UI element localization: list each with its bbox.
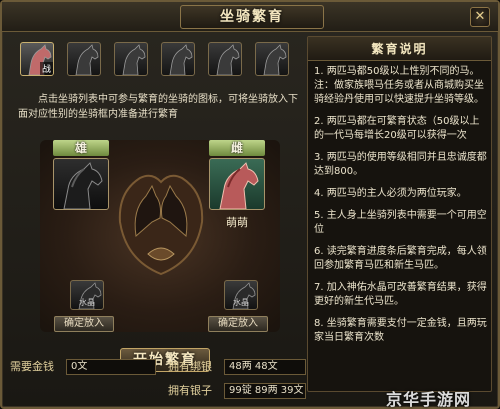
- mount-list-slot[interactable]: [208, 42, 242, 76]
- rule-item: 8. 坐骑繁育需要支付一定金钱，且两玩家当日繁育次数: [314, 318, 487, 343]
- watermark-text: 京华手游网: [386, 390, 472, 409]
- mount-list-slot[interactable]: [67, 42, 101, 76]
- rule-item: 7. 加入神佑水晶可改善繁育结果，获得更好的新生代马匹。: [314, 282, 487, 307]
- breeding-window: 坐骑繁育 ✕ 战 点击坐骑列表中可参与繁育的坐骑的图标，可将坐骑放入下面对应性别…: [0, 0, 500, 409]
- rule-item: 4. 两匹马的主人必须为两位玩家。: [314, 188, 467, 199]
- money-row-1: 需要金钱 0文 拥有绑银 48两 48文: [10, 358, 310, 376]
- window-title: 坐骑繁育: [180, 5, 324, 29]
- mount-list-slot[interactable]: [161, 42, 195, 76]
- male-slot-label: 雄: [53, 140, 109, 156]
- rule-item: 1. 两匹马都50级以上性别不同的马。注：做家族喂马任务或者从商城购买坐骑经验丹…: [314, 66, 484, 105]
- confirm-place-left-button[interactable]: 确定放入: [54, 316, 114, 332]
- female-mount-name: 萌萌: [226, 216, 248, 229]
- rules-panel: 繁育说明 1. 两匹马都50级以上性别不同的马。注：做家族喂马任务或者从商城购买…: [307, 36, 492, 392]
- rule-item: 6. 读完繁育进度条后繁育完成，每人领回参加繁育马匹和新生马匹。: [314, 246, 487, 271]
- title-bar: 坐骑繁育 ✕: [2, 2, 498, 32]
- rules-title: 繁育说明: [308, 37, 491, 61]
- mount-list-slot[interactable]: 战: [20, 42, 54, 76]
- crystal-slot-left-label: 水晶: [79, 298, 95, 307]
- horse-head-icon: [122, 44, 146, 75]
- mount-slot-badge: 战: [39, 62, 53, 75]
- mount-list-slot[interactable]: [255, 42, 289, 76]
- horse-head-icon: [75, 44, 99, 75]
- silver-label: 拥有银子: [168, 384, 212, 397]
- breeding-arena: 雄 雌 萌萌 水晶 水晶 确定放入 确定放入: [40, 140, 280, 332]
- female-slot-label: 雌: [209, 140, 265, 156]
- bound-silver-label: 拥有绑银: [168, 360, 212, 373]
- required-money-value: 0文: [66, 359, 156, 375]
- breeding-panel: 战 点击坐骑列表中可参与繁育的坐骑的图标，可将坐骑放入下面对应性别的坐骑框内准备…: [10, 36, 304, 392]
- silver-value: 99锭 89两 39文: [224, 383, 306, 399]
- red-horse-icon: [219, 162, 259, 209]
- crystal-slot-right[interactable]: 水晶: [224, 280, 258, 310]
- rule-item: 5. 主人身上坐骑列表中需要一个可用空位: [314, 210, 487, 235]
- black-horse-icon: [63, 162, 103, 209]
- rule-item: 3. 两匹马的使用等级相同并且忠诚度都达到800。: [314, 152, 487, 177]
- required-money-label: 需要金钱: [10, 360, 54, 373]
- rule-item: 2. 两匹马都在可繁育状态（50级以上的一代马每增长20级可以获得一次: [314, 116, 480, 141]
- horse-head-icon: [263, 44, 287, 75]
- horse-head-icon: [216, 44, 240, 75]
- twin-horse-emblem: [118, 174, 204, 276]
- money-row-2: 拥有银子 99锭 89两 39文: [10, 382, 310, 400]
- horse-head-icon: [169, 44, 193, 75]
- crystal-slot-right-label: 水晶: [233, 298, 249, 307]
- male-mount-slot[interactable]: [53, 158, 109, 210]
- confirm-place-right-button[interactable]: 确定放入: [208, 316, 268, 332]
- rules-list: 1. 两匹马都50级以上性别不同的马。注：做家族喂马任务或者从商城购买坐骑经验丹…: [314, 65, 488, 353]
- crystal-slot-left[interactable]: 水晶: [70, 280, 104, 310]
- female-mount-slot[interactable]: [209, 158, 265, 210]
- instructions-text: 点击坐骑列表中可参与繁育的坐骑的图标，可将坐骑放入下面对应性别的坐骑框内准备进行…: [18, 94, 298, 120]
- close-button[interactable]: ✕: [470, 7, 490, 27]
- bound-silver-value: 48两 48文: [224, 359, 306, 375]
- mount-list-slot[interactable]: [114, 42, 148, 76]
